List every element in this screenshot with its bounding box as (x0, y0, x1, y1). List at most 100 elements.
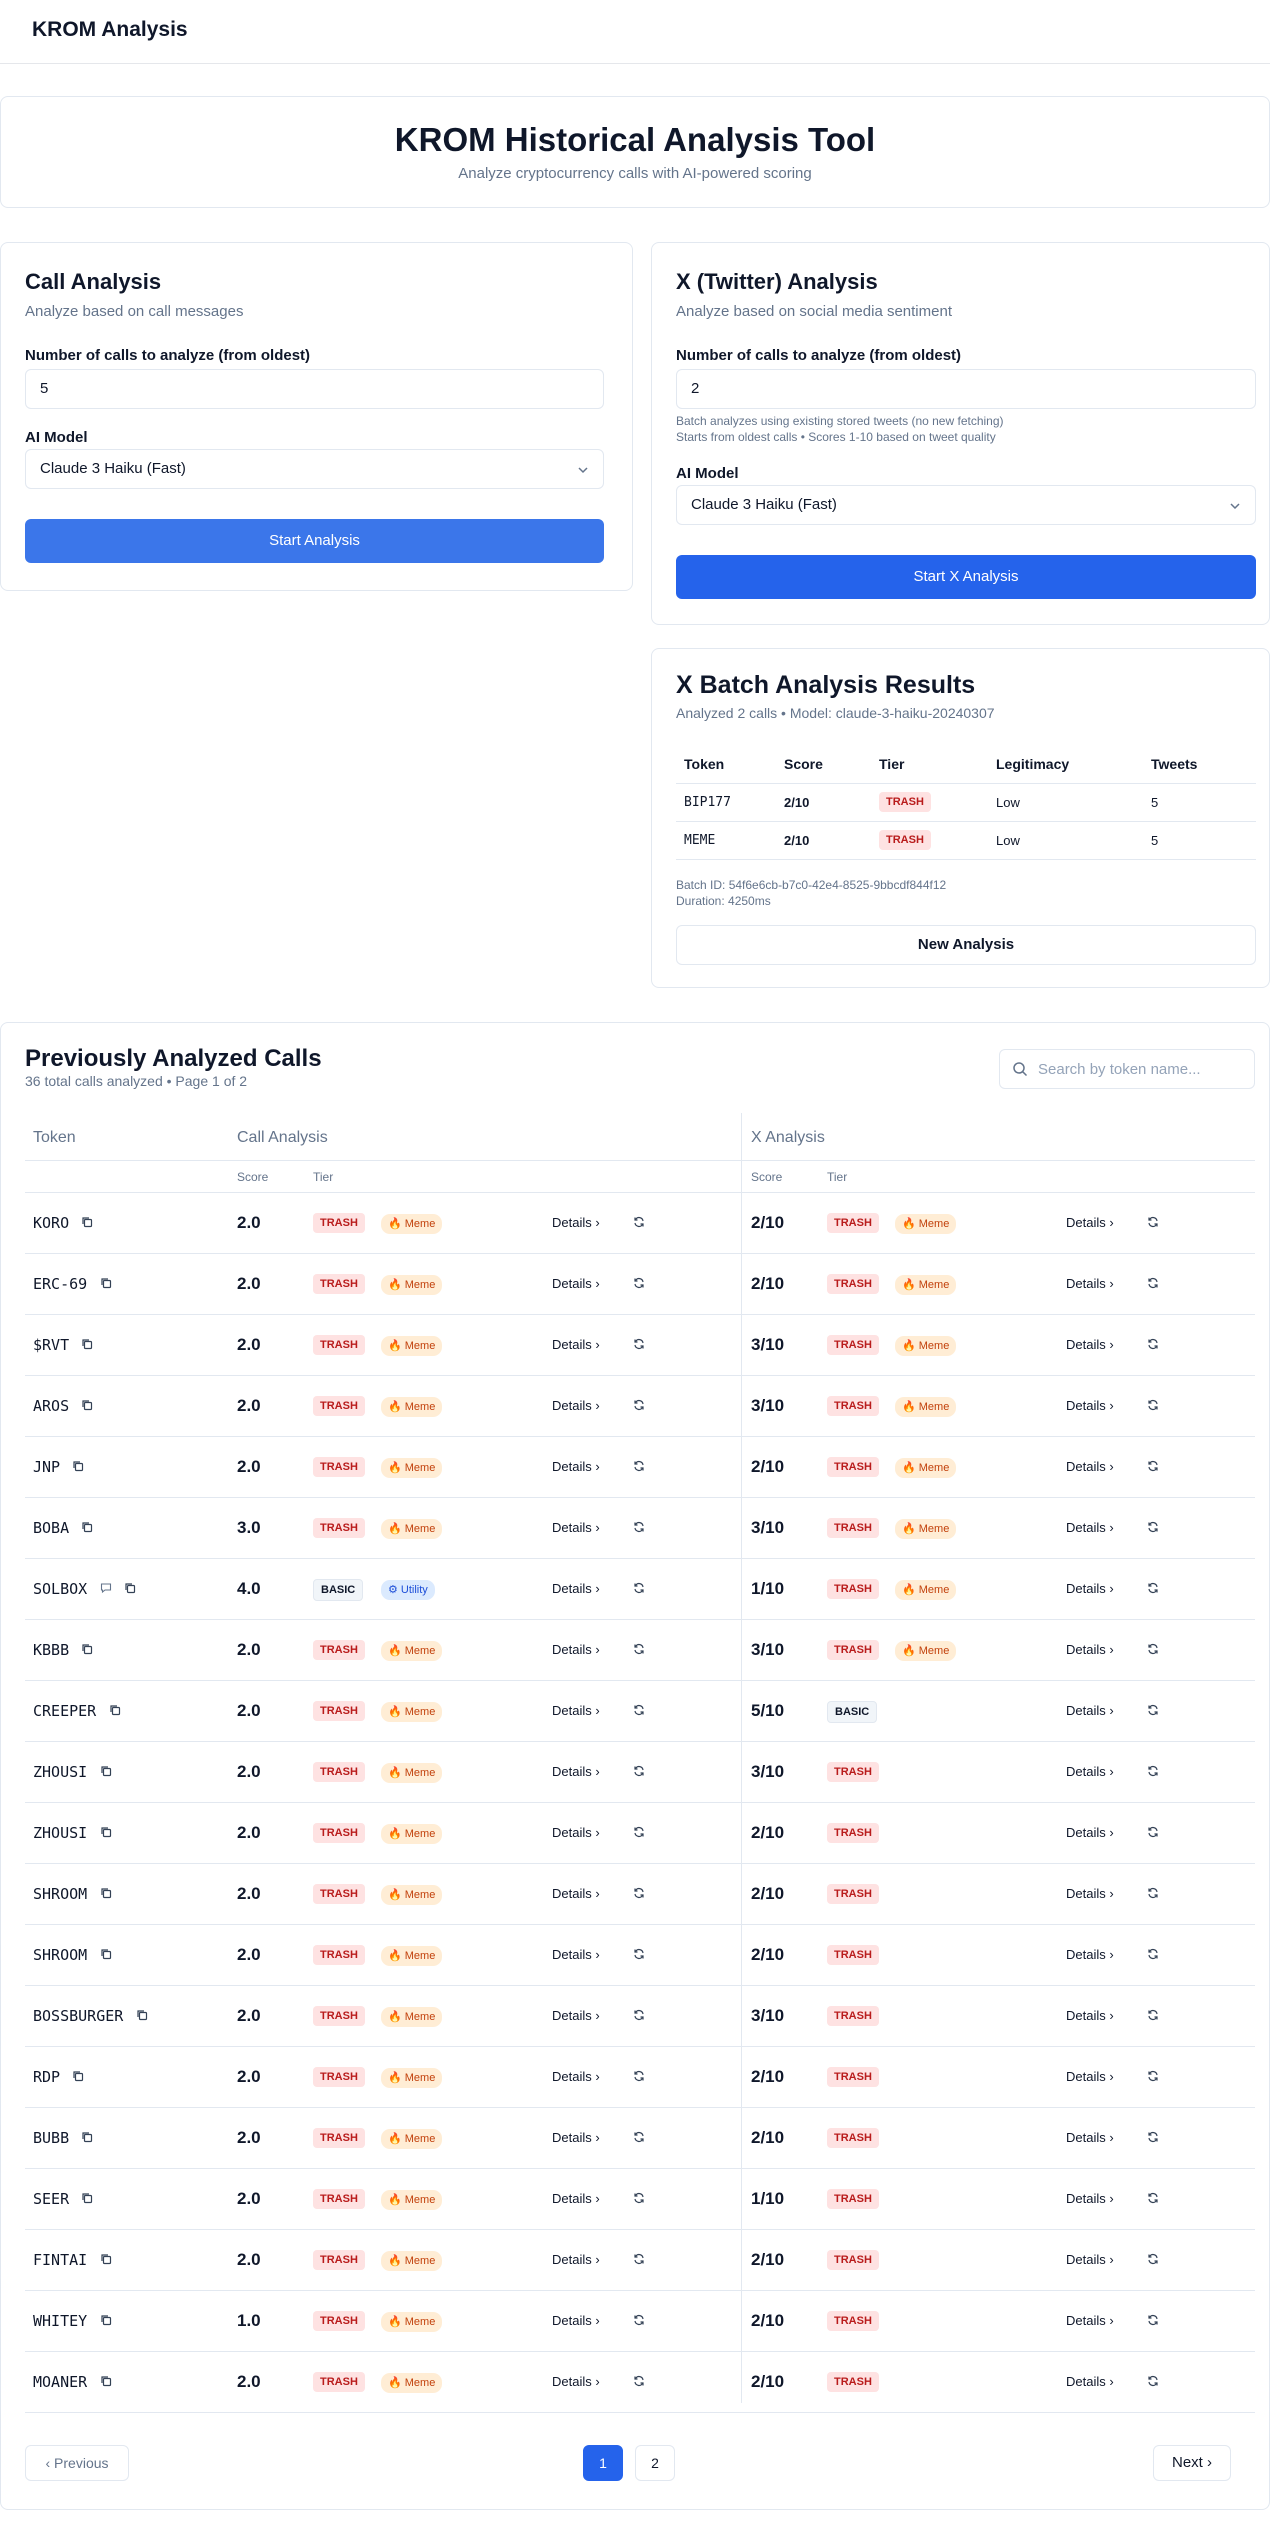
refresh-icon[interactable] (633, 2069, 645, 2087)
refresh-icon[interactable] (633, 2374, 645, 2392)
new-analysis-button[interactable]: New Analysis (676, 925, 1256, 965)
call-details-link[interactable]: Details › (552, 2313, 600, 2328)
x-details-link[interactable]: Details › (1066, 2008, 1114, 2023)
refresh-icon[interactable] (1147, 1581, 1159, 1599)
x-details-link[interactable]: Details › (1066, 1642, 1114, 1657)
copy-icon[interactable] (100, 2313, 112, 2331)
x-details-link[interactable]: Details › (1066, 2069, 1114, 2084)
refresh-icon[interactable] (1147, 1215, 1159, 1233)
refresh-icon[interactable] (1147, 2069, 1159, 2087)
refresh-icon[interactable] (1147, 2374, 1159, 2392)
refresh-icon[interactable] (633, 1886, 645, 1904)
x-details-link[interactable]: Details › (1066, 2191, 1114, 2206)
refresh-icon[interactable] (633, 1581, 645, 1599)
refresh-icon[interactable] (633, 2252, 645, 2270)
copy-icon[interactable] (100, 2252, 112, 2270)
refresh-icon[interactable] (1147, 1886, 1159, 1904)
call-details-link[interactable]: Details › (552, 1825, 600, 1840)
x-details-link[interactable]: Details › (1066, 1459, 1114, 1474)
refresh-icon[interactable] (1147, 1459, 1159, 1477)
copy-icon[interactable] (81, 2130, 93, 2148)
copy-icon[interactable] (100, 1947, 112, 1965)
x-details-link[interactable]: Details › (1066, 2252, 1114, 2267)
refresh-icon[interactable] (633, 2008, 645, 2026)
x-details-link[interactable]: Details › (1066, 1276, 1114, 1291)
call-details-link[interactable]: Details › (552, 1764, 600, 1779)
call-details-link[interactable]: Details › (552, 1947, 600, 1962)
refresh-icon[interactable] (1147, 1337, 1159, 1355)
x-details-link[interactable]: Details › (1066, 2313, 1114, 2328)
call-details-link[interactable]: Details › (552, 2191, 600, 2206)
refresh-icon[interactable] (1147, 2252, 1159, 2270)
copy-icon[interactable] (81, 1337, 93, 1355)
copy-icon[interactable] (100, 2374, 112, 2392)
call-details-link[interactable]: Details › (552, 2374, 600, 2389)
x-details-link[interactable]: Details › (1066, 1398, 1114, 1413)
call-details-link[interactable]: Details › (552, 1520, 600, 1535)
refresh-icon[interactable] (633, 1825, 645, 1843)
refresh-icon[interactable] (1147, 1276, 1159, 1294)
start-x-analysis-button[interactable]: Start X Analysis (676, 555, 1256, 599)
refresh-icon[interactable] (1147, 1398, 1159, 1416)
x-details-link[interactable]: Details › (1066, 2374, 1114, 2389)
refresh-icon[interactable] (1147, 1642, 1159, 1660)
call-details-link[interactable]: Details › (552, 2252, 600, 2267)
x-details-link[interactable]: Details › (1066, 1215, 1114, 1230)
call-details-link[interactable]: Details › (552, 1337, 600, 1352)
start-analysis-button[interactable]: Start Analysis (25, 519, 604, 563)
copy-icon[interactable] (81, 1520, 93, 1538)
x-details-link[interactable]: Details › (1066, 1764, 1114, 1779)
call-count-input[interactable]: 5 (25, 369, 604, 409)
refresh-icon[interactable] (633, 1764, 645, 1782)
refresh-icon[interactable] (633, 2130, 645, 2148)
x-count-input[interactable]: 2 (676, 369, 1256, 409)
refresh-icon[interactable] (1147, 1703, 1159, 1721)
call-details-link[interactable]: Details › (552, 1642, 600, 1657)
refresh-icon[interactable] (633, 1398, 645, 1416)
copy-icon[interactable] (81, 2191, 93, 2209)
brand-title[interactable]: KROM Analysis (32, 18, 188, 42)
copy-icon[interactable] (81, 1215, 93, 1233)
refresh-icon[interactable] (1147, 2008, 1159, 2026)
copy-icon[interactable] (81, 1642, 93, 1660)
refresh-icon[interactable] (633, 1520, 645, 1538)
next-page-button[interactable]: Next › (1153, 2445, 1231, 2481)
call-details-link[interactable]: Details › (552, 1886, 600, 1901)
call-details-link[interactable]: Details › (552, 1215, 600, 1230)
previous-page-button[interactable]: ‹ Previous (25, 2445, 129, 2481)
page-1-button[interactable]: 1 (583, 2445, 623, 2481)
copy-icon[interactable] (109, 1703, 121, 1721)
copy-icon[interactable] (136, 2008, 148, 2026)
refresh-icon[interactable] (633, 1642, 645, 1660)
x-details-link[interactable]: Details › (1066, 2130, 1114, 2145)
x-details-link[interactable]: Details › (1066, 1520, 1114, 1535)
refresh-icon[interactable] (1147, 1520, 1159, 1538)
x-model-select[interactable]: Claude 3 Haiku (Fast) (676, 485, 1256, 525)
comment-icon[interactable] (100, 1581, 112, 1599)
call-details-link[interactable]: Details › (552, 1398, 600, 1413)
x-details-link[interactable]: Details › (1066, 1703, 1114, 1718)
refresh-icon[interactable] (1147, 2191, 1159, 2209)
call-details-link[interactable]: Details › (552, 1703, 600, 1718)
refresh-icon[interactable] (1147, 2130, 1159, 2148)
copy-icon[interactable] (72, 2069, 84, 2087)
call-model-select[interactable]: Claude 3 Haiku (Fast) (25, 449, 604, 489)
copy-icon[interactable] (100, 1825, 112, 1843)
refresh-icon[interactable] (1147, 1825, 1159, 1843)
refresh-icon[interactable] (1147, 1764, 1159, 1782)
copy-icon[interactable] (72, 1459, 84, 1477)
x-details-link[interactable]: Details › (1066, 1825, 1114, 1840)
refresh-icon[interactable] (633, 1459, 645, 1477)
call-details-link[interactable]: Details › (552, 1276, 600, 1291)
copy-icon[interactable] (100, 1886, 112, 1904)
refresh-icon[interactable] (633, 1703, 645, 1721)
page-2-button[interactable]: 2 (635, 2445, 675, 2481)
x-details-link[interactable]: Details › (1066, 1886, 1114, 1901)
x-details-link[interactable]: Details › (1066, 1947, 1114, 1962)
refresh-icon[interactable] (1147, 1947, 1159, 1965)
refresh-icon[interactable] (633, 1337, 645, 1355)
x-details-link[interactable]: Details › (1066, 1337, 1114, 1352)
search-input[interactable]: Search by token name... (999, 1049, 1255, 1089)
call-details-link[interactable]: Details › (552, 1459, 600, 1474)
copy-icon[interactable] (100, 1764, 112, 1782)
